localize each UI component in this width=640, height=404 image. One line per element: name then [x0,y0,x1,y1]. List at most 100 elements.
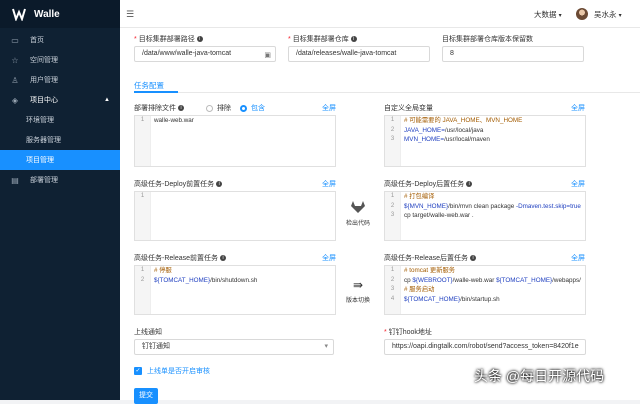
checkout-label: 检出代码 [345,221,370,227]
menu-fold-icon[interactable]: ☰ [126,9,134,20]
info-icon: i [178,105,184,112]
code-line[interactable]: # 服务启动 [404,285,583,295]
chevron-up-icon: ▲ [104,97,110,103]
exclude-files-label: 部署排除文件 i [134,103,184,113]
brand[interactable]: Walle [0,0,120,28]
line-number: 2 [390,126,395,133]
radio-dot [240,104,247,112]
chevron-down-icon: ▾ [618,13,622,19]
code-line[interactable] [154,192,333,202]
code-line[interactable]: ${TOMCAT_HOME}/bin/startup.sh [404,295,583,305]
fullscreen-link[interactable]: 全屏 [322,253,336,263]
line-number: 1 [390,117,395,123]
exclude-files-editor[interactable]: 1 walle-web.war [134,115,336,167]
fullscreen-link[interactable]: 全屏 [322,179,336,189]
code-area[interactable]: # tomcat 更新服务 cp ${WEBROOT}/walle-web.war… [404,266,583,304]
fullscreen-link[interactable]: 全屏 [322,103,336,113]
top-bar: ☰ 大数据 ▾ 吴水永 ▾ [120,0,640,28]
code-area[interactable]: # 可能需要的 JAVA_HOME、MVN_HOME JAVA_HOME=/usr… [404,116,583,145]
sidebar-item-label: 项目管理 [26,157,54,164]
line-number: 1 [140,267,145,273]
check-icon: ✓ [134,367,142,375]
sidebar-item-project-center[interactable]: ◈ 项目中心 ▲ [0,90,120,110]
fullscreen-link[interactable]: 全屏 [571,253,585,263]
tab-task-config[interactable]: 任务配置 [134,80,164,91]
hook-label: * 钉钉hook地址 [384,329,432,336]
main-content: * 目标集群部署路径 i /data/www/walle-java-tomcat ▣ … [120,28,640,404]
post-deploy-editor[interactable]: 1 2 3 # 打包编译 ${MVN_HOME}/bin/mvn clean pack… [384,191,586,241]
sidebar-item-projects[interactable]: 项目管理 [0,150,120,170]
code-area[interactable]: # 停服 ${TOMCAT_HOME}/bin/shutdown.sh [154,266,333,285]
code-line[interactable]: cp ${WEBROOT}/walle-web.war ${TOMCAT_HOM… [404,276,583,286]
info-icon: i [470,255,477,262]
line-number: 2 [390,276,395,283]
chevron-down-icon: ▾ [324,343,328,350]
env-label: 大数据 [534,10,557,19]
chevron-down-icon: ▾ [558,13,562,19]
fullscreen-link[interactable]: 全屏 [571,179,585,189]
line-number: 3 [390,212,395,218]
line-number: 3 [390,136,395,142]
info-icon: i [350,36,357,43]
code-line[interactable]: walle-web.war [154,116,333,126]
code-line[interactable]: # tomcat 更新服务 [404,266,583,276]
line-number: 1 [140,117,145,123]
pre-deploy-editor[interactable]: 1 [134,191,336,241]
env-switcher[interactable]: 大数据 ▾ [534,9,562,20]
radio-dot [206,104,213,112]
pre-release-editor[interactable]: 1 2 # 停服 ${TOMCAT_HOME}/bin/shutdown.sh [134,265,336,315]
notify-select[interactable]: 钉钉通知 ▾ [134,339,334,355]
code-line[interactable]: # 可能需要的 JAVA_HOME、MVN_HOME [404,116,583,126]
sidebar-item-deploy[interactable]: ▤ 部署管理 [0,170,120,190]
target-path-input[interactable]: /data/www/walle-java-tomcat ▣ [134,46,276,62]
post-release-editor[interactable]: 1 2 3 4 # tomcat 更新服务 cp ${WEBROOT}/walle-we… [384,265,586,315]
sidebar-item-label: 空间管理 [30,57,58,64]
radio-include[interactable]: 包含 [240,103,265,113]
sidebar-item-users[interactable]: ♙ 用户管理 [0,70,120,90]
info-icon: i [220,255,227,262]
code-area[interactable]: # 打包编译 ${MVN_HOME}/bin/mvn clean package … [404,192,583,221]
code-line[interactable]: JAVA_HOME=/usr/local/java [404,126,583,136]
info-icon: i [216,181,223,188]
target-repo-input[interactable]: /data/releases/walle-java-tomcat [288,46,430,62]
line-number: 1 [390,267,395,273]
code-line[interactable]: cp target/walle-web.war . [404,211,583,221]
hook-url-input[interactable]: https://oapi.dingtalk.com/robot/send?acc… [384,339,586,355]
sidebar-item-space[interactable]: ☆ 空间管理 [0,50,120,70]
folder-icon[interactable]: ▣ [264,49,271,61]
code-line[interactable]: ${MVN_HOME}/bin/mvn clean package -Dmave… [404,202,583,212]
sidebar: Walle ▭ 首页 ☆ 空间管理 ♙ 用户管理 ◈ 项目中心 ▲ 环境管理 服… [0,0,120,400]
sidebar-item-env[interactable]: 环境管理 [0,110,120,130]
info-icon: i [196,36,203,43]
gitlab-icon [351,201,365,213]
global-vars-editor[interactable]: 1 2 3 # 可能需要的 JAVA_HOME、MVN_HOME JAVA_HOME=… [384,115,586,167]
submit-button[interactable]: 提交 [134,388,158,404]
line-number: 2 [140,276,145,283]
radio-exclude[interactable]: 排除 [206,103,231,113]
dashboard-icon: ▭ [11,35,19,45]
code-line[interactable]: ${TOMCAT_HOME}/bin/shutdown.sh [154,276,333,286]
switch-step: ⇛ 版本切换 [342,278,374,304]
line-number: 1 [390,193,395,199]
line-gutter: 1 2 3 [385,116,401,166]
switch-label: 版本切换 [345,298,370,304]
fullscreen-link[interactable]: 全屏 [571,103,585,113]
calendar-icon: ▤ [11,175,19,185]
keep-versions-label: 目标集群部署仓库版本保留数 [442,36,533,43]
avatar[interactable] [576,8,588,20]
global-vars-label: 自定义全局变量 [384,105,433,112]
keep-versions-input[interactable]: 8 [442,46,584,62]
code-line[interactable]: MVN_HOME=/usr/local/maven [404,135,583,145]
audit-checkbox[interactable]: ✓ 上线单是否开启审核 [134,366,210,376]
star-icon: ☆ [11,55,19,65]
code-line[interactable]: # 停服 [154,266,333,276]
code-area[interactable] [154,192,333,202]
target-path-label: * 目标集群部署路径 i [134,34,203,44]
code-area[interactable]: walle-web.war [154,116,333,126]
sidebar-item-home[interactable]: ▭ 首页 [0,30,120,50]
user-menu[interactable]: 吴水永 ▾ [594,9,622,20]
code-line[interactable]: # 打包编译 [404,192,583,202]
sidebar-item-servers[interactable]: 服务器管理 [0,130,120,150]
pre-release-label: 高级任务-Release前置任务 i [134,253,227,263]
walle-logo-icon [12,8,26,21]
